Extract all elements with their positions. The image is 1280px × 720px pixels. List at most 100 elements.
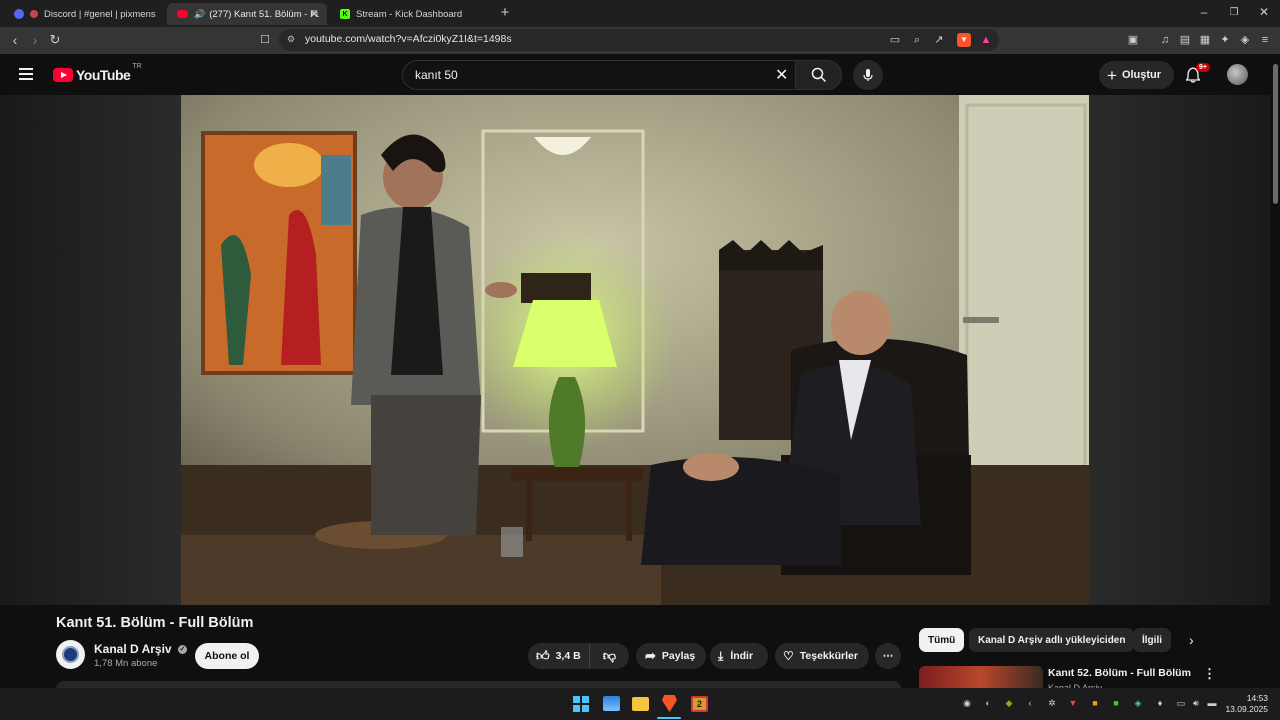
microphone-tray-icon[interactable]: ♦ (1154, 697, 1166, 709)
minimize-icon[interactable]: – (1196, 5, 1212, 19)
nvidia-icon[interactable]: ◆ (1003, 697, 1015, 709)
like-dislike-group: 👍︎ 3,4 B 👎︎ (528, 643, 629, 669)
start-icon[interactable] (573, 696, 589, 712)
tray-orange-icon[interactable]: ■ (1089, 697, 1101, 709)
close-tab-icon[interactable]: ✕ (309, 7, 319, 21)
channel-avatar[interactable] (56, 640, 85, 669)
chip-all[interactable]: Tümü (919, 628, 965, 652)
video-title: Kanıt 51. Bölüm - Full Bölüm (56, 615, 254, 631)
shield-icon[interactable]: ▼ (1067, 697, 1079, 709)
create-button[interactable]: + Oluştur (1099, 61, 1174, 89)
more-actions-button[interactable]: ⋯ (875, 643, 901, 669)
download-button[interactable]: ⤓ İndir (710, 643, 768, 669)
cast-icon[interactable]: ▭ (888, 33, 902, 47)
tray-app-icon[interactable]: ◉ (961, 697, 973, 709)
chip-related[interactable]: İlgili (1133, 628, 1171, 652)
search-button[interactable] (795, 60, 842, 90)
volume-icon[interactable]: 🔊︎ (1190, 697, 1202, 709)
maximize-icon[interactable]: ❐ (1226, 7, 1242, 18)
brave-browser-icon[interactable] (662, 695, 677, 712)
network-icon[interactable]: ▭ (1175, 697, 1187, 709)
active-app-indicator (657, 717, 681, 719)
browser-tab-bar: Discord | #genel | pixmens 🔊 (277) Kanıt… (0, 0, 1280, 27)
channel-logo-icon (62, 646, 79, 663)
forward-icon[interactable]: › (27, 32, 43, 48)
game-app-icon[interactable]: 2 (691, 696, 708, 712)
more-horizontal-icon: ⋯ (882, 650, 894, 662)
address-bar[interactable]: ⚙ youtube.com/watch?v=Afczi0kyZ1I&t=1498… (279, 29, 999, 51)
youtube-play-icon (53, 68, 73, 82)
scrollbar-thumb[interactable] (1273, 64, 1278, 204)
clock[interactable]: 14:53 13.09.2025 (1224, 693, 1268, 715)
brave-shields-icon[interactable]: ▼ (957, 33, 971, 47)
vpn-icon[interactable]: ◈ (1238, 33, 1252, 47)
leo-icon[interactable]: ✦ (1218, 33, 1232, 47)
tray-green-icon[interactable]: ■ (1110, 697, 1122, 709)
subscriber-count: 1,78 Mn abone (94, 658, 158, 669)
menu-icon[interactable]: ≡ (1258, 33, 1272, 47)
hamburger-menu-icon[interactable] (19, 68, 33, 80)
sidebar-icon[interactable]: ▣ (1126, 33, 1140, 47)
plus-icon: + (1107, 65, 1117, 85)
subscribe-button[interactable]: Abone ol (195, 643, 259, 669)
battery-icon[interactable]: ▬ (1206, 697, 1218, 709)
next-video-title[interactable]: Kanıt 52. Bölüm - Full Bölüm (1048, 667, 1191, 679)
tab-discord[interactable]: Discord | #genel | pixmens (4, 3, 164, 25)
youtube-favicon (177, 10, 188, 18)
voice-search-button[interactable] (853, 60, 883, 90)
chips-next-icon[interactable]: › (1189, 632, 1194, 648)
discord-icon (14, 9, 24, 19)
recording-icon (30, 10, 38, 18)
tab-youtube[interactable]: 🔊 (277) Kanıt 51. Bölüm - Full Bö ✕ (167, 3, 327, 25)
tray-gear-icon[interactable]: ✲ (1046, 697, 1058, 709)
wallet-icon[interactable]: ▦ (1198, 33, 1212, 47)
tray-arrow-icon[interactable]: ‹ (1024, 697, 1036, 709)
tab-kick[interactable]: K Stream - Kick Dashboard (330, 3, 490, 25)
avatar[interactable] (1227, 64, 1248, 85)
reload-icon[interactable]: ↻ (47, 32, 63, 48)
file-explorer-icon[interactable] (632, 697, 649, 711)
thumbs-up-icon: 👍︎ (536, 648, 550, 663)
zoom-icon[interactable]: ⌕ (910, 33, 924, 47)
next-video-thumbnail[interactable] (919, 666, 1043, 688)
browser-toolbar: ‹ › ↻ ☐ ⚙ youtube.com/watch?v=Afczi0kyZ1… (0, 27, 1280, 54)
dislike-button[interactable]: 👎︎ (590, 648, 629, 664)
steam-icon[interactable]: ◐ (982, 697, 994, 709)
reader-icon[interactable]: ▤ (1178, 33, 1192, 47)
video-frame (181, 95, 1089, 605)
page-scrollbar[interactable] (1270, 54, 1280, 688)
close-window-icon[interactable]: ✕ (1256, 5, 1272, 19)
super-thanks-icon: ♡ (783, 649, 794, 663)
photos-app-icon[interactable] (603, 696, 620, 711)
windows-taskbar: 2 ◉ ◐ ◆ ‹ ✲ ▼ ■ ■ ◈ ♦ ▭ 🔊︎ ▬ 14:53 13.09… (0, 688, 1280, 720)
notifications-button[interactable]: 9+ (1185, 63, 1210, 83)
back-icon[interactable]: ‹ (7, 32, 23, 48)
youtube-logo[interactable]: YouTube TR (53, 63, 142, 83)
next-video-menu-icon[interactable]: ⋮ (1203, 666, 1216, 682)
brave-rewards-icon[interactable]: ▲ (979, 33, 993, 47)
thumbs-down-icon: 👎︎ (602, 648, 617, 663)
microphone-icon (863, 69, 873, 81)
media-icon[interactable]: ♫ (1158, 33, 1172, 47)
chip-from-uploader[interactable]: Kanal D Arşiv adlı yükleyiciden (969, 628, 1135, 652)
like-button[interactable]: 👍︎ 3,4 B (528, 643, 590, 669)
download-icon: ⤓ (718, 648, 724, 663)
search-input[interactable]: kanıt 50 ✕ (402, 60, 795, 90)
share-arrow-icon: ➦ (645, 648, 656, 663)
kick-icon: K (340, 9, 350, 19)
search-icon (811, 67, 827, 83)
youtube-header: YouTube TR kanıt 50 ✕ + Oluştur 9+ (0, 54, 1270, 95)
notifications-badge: 9+ (1196, 63, 1210, 72)
url-text[interactable]: youtube.com/watch?v=Afczi0kyZ1I&t=1498s (305, 33, 512, 45)
new-tab-button[interactable]: + (497, 4, 513, 21)
video-player[interactable] (0, 95, 1270, 605)
thanks-button[interactable]: ♡ Teşekkürler (775, 643, 869, 669)
share-icon[interactable]: ↗ (932, 33, 946, 47)
site-settings-icon[interactable]: ⚙ (287, 34, 295, 45)
channel-name[interactable]: Kanal D Arşiv ✓ (94, 642, 187, 656)
bookmark-icon[interactable]: ☐ (257, 32, 273, 48)
share-button[interactable]: ➦ Paylaş (636, 643, 706, 669)
clear-search-icon[interactable]: ✕ (775, 65, 788, 85)
tray-chat-icon[interactable]: ◈ (1132, 697, 1144, 709)
verified-icon: ✓ (177, 645, 187, 655)
